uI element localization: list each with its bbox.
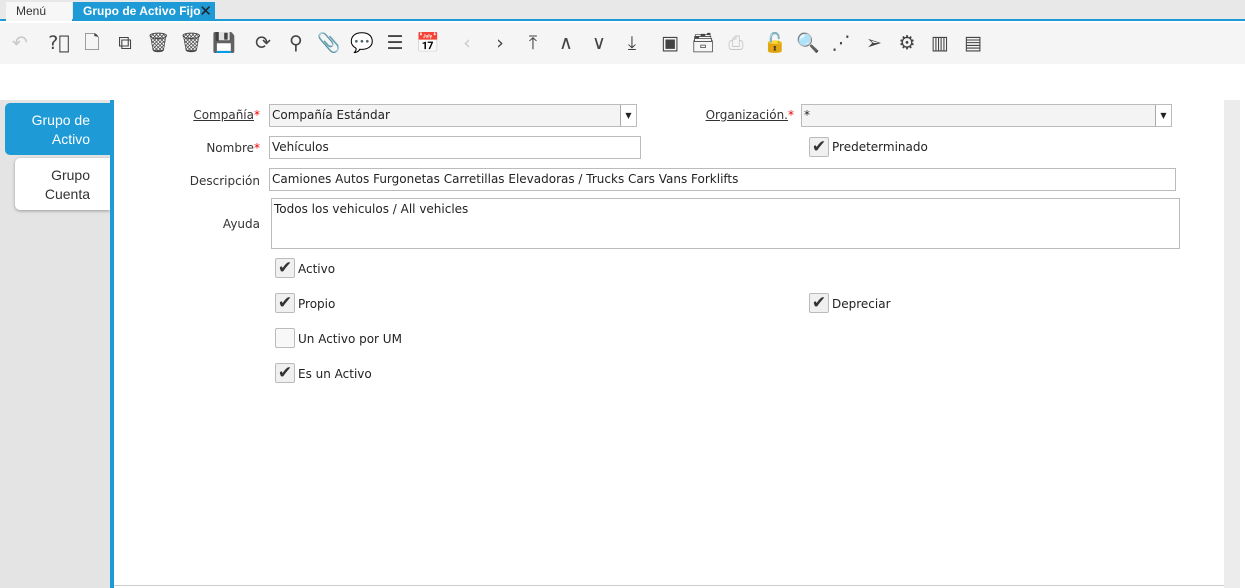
first-record-icon[interactable]: ⤒ <box>520 30 546 56</box>
window-tab-bar: Menú (0) Grupo de Activo Fijo✕ <box>0 0 1245 37</box>
new-record-icon[interactable]: 🗋 <box>79 30 105 56</box>
send-icon[interactable]: ➢ <box>861 30 887 56</box>
save-icon[interactable]: 💾 <box>211 30 237 56</box>
description-input[interactable]: Camiones Autos Furgonetas Carretillas El… <box>269 168 1176 191</box>
chat-icon[interactable]: 💬 <box>349 30 375 56</box>
help-icon[interactable]: ?⃝ <box>46 30 72 56</box>
toolbar: ↶ ?⃝ 🗋 ⧉ 🗑 🗑 💾 ⟳ ⚲ 📎 💬 ☰ 📅 ‹ › ⤒ ∧ ∨ ⤓ ▣ 🗃 ⎙ 🔓 🔍 ⋰ ➢ ⚙ ▥ ▤ <box>0 23 1245 64</box>
next-record-icon[interactable]: ∨ <box>586 30 612 56</box>
report-icon[interactable]: ▣ <box>657 30 683 56</box>
active-checkbox[interactable]: ✔ <box>275 258 295 278</box>
side-tab-grupo-cuenta[interactable]: Grupo Cuenta <box>15 158 110 210</box>
print-icon[interactable]: ⎙ <box>723 30 749 56</box>
name-input[interactable]: Vehículos <box>269 136 641 159</box>
chevron-down-icon[interactable]: ▼ <box>620 105 636 126</box>
help-label: Ayuda <box>222 217 260 231</box>
close-icon[interactable]: ✕ <box>199 2 212 21</box>
owned-label: Propio <box>298 297 336 311</box>
last-record-icon[interactable]: ⤓ <box>619 30 645 56</box>
delete-selection-icon[interactable]: 🗑 <box>178 30 204 56</box>
side-tab-grupo-de-activo[interactable]: Grupo de Activo <box>5 103 110 155</box>
archive-icon[interactable]: 🗃 <box>690 30 716 56</box>
default-label: Predeterminado <box>832 140 928 154</box>
depreciate-label: Depreciar <box>832 297 891 311</box>
lock-icon[interactable]: 🔓 <box>762 30 788 56</box>
refresh-icon[interactable]: ⟳ <box>250 30 276 56</box>
detail-icon[interactable]: ▤ <box>960 30 986 56</box>
product-info-icon[interactable]: ▥ <box>927 30 953 56</box>
attachment-icon[interactable]: 📎 <box>316 30 342 56</box>
one-asset-per-uom-label: Un Activo por UM <box>298 332 402 346</box>
calendar-icon[interactable]: 📅 <box>415 30 441 56</box>
help-textarea[interactable]: Todos los vehiculos / All vehicles <box>271 198 1180 249</box>
one-asset-per-uom-checkbox[interactable] <box>275 328 295 348</box>
chevron-down-icon[interactable]: ▼ <box>1155 105 1171 126</box>
previous-icon[interactable]: ‹ <box>454 30 480 56</box>
company-select[interactable]: Compañía Estándar ▼ <box>269 104 637 127</box>
active-label: Activo <box>298 262 336 276</box>
description-label: Descripción <box>189 174 260 188</box>
is-asset-checkbox[interactable]: ✔ <box>275 363 295 383</box>
workflow-icon[interactable]: ⋰ <box>828 30 854 56</box>
find-icon[interactable]: ⚲ <box>283 30 309 56</box>
tab-grupo-de-activo-fijo[interactable]: Grupo de Activo Fijo ✕ <box>73 2 215 21</box>
depreciate-checkbox[interactable]: ✔ <box>809 293 829 313</box>
company-label[interactable]: Compañía* <box>150 108 260 122</box>
delete-icon[interactable]: 🗑 <box>145 30 171 56</box>
tab-label: Grupo de Activo Fijo <box>83 4 201 18</box>
copy-record-icon[interactable]: ⧉ <box>112 30 138 56</box>
process-icon[interactable]: ⚙ <box>894 30 920 56</box>
grid-toggle-icon[interactable]: ☰ <box>382 30 408 56</box>
next-icon[interactable]: › <box>487 30 513 56</box>
owned-checkbox[interactable]: ✔ <box>275 293 295 313</box>
tab-menu[interactable]: Menú (0) <box>6 2 72 37</box>
scrollbar-track[interactable] <box>1224 100 1240 588</box>
name-label: Nombre* <box>206 141 260 155</box>
organization-select[interactable]: * ▼ <box>801 104 1172 127</box>
zoom-across-icon[interactable]: 🔍 <box>795 30 821 56</box>
default-checkbox[interactable]: ✔ <box>809 137 829 157</box>
undo-icon[interactable]: ↶ <box>7 30 33 56</box>
previous-record-icon[interactable]: ∧ <box>553 30 579 56</box>
organization-label[interactable]: Organización.* <box>680 108 794 122</box>
is-asset-label: Es un Activo <box>298 367 372 381</box>
